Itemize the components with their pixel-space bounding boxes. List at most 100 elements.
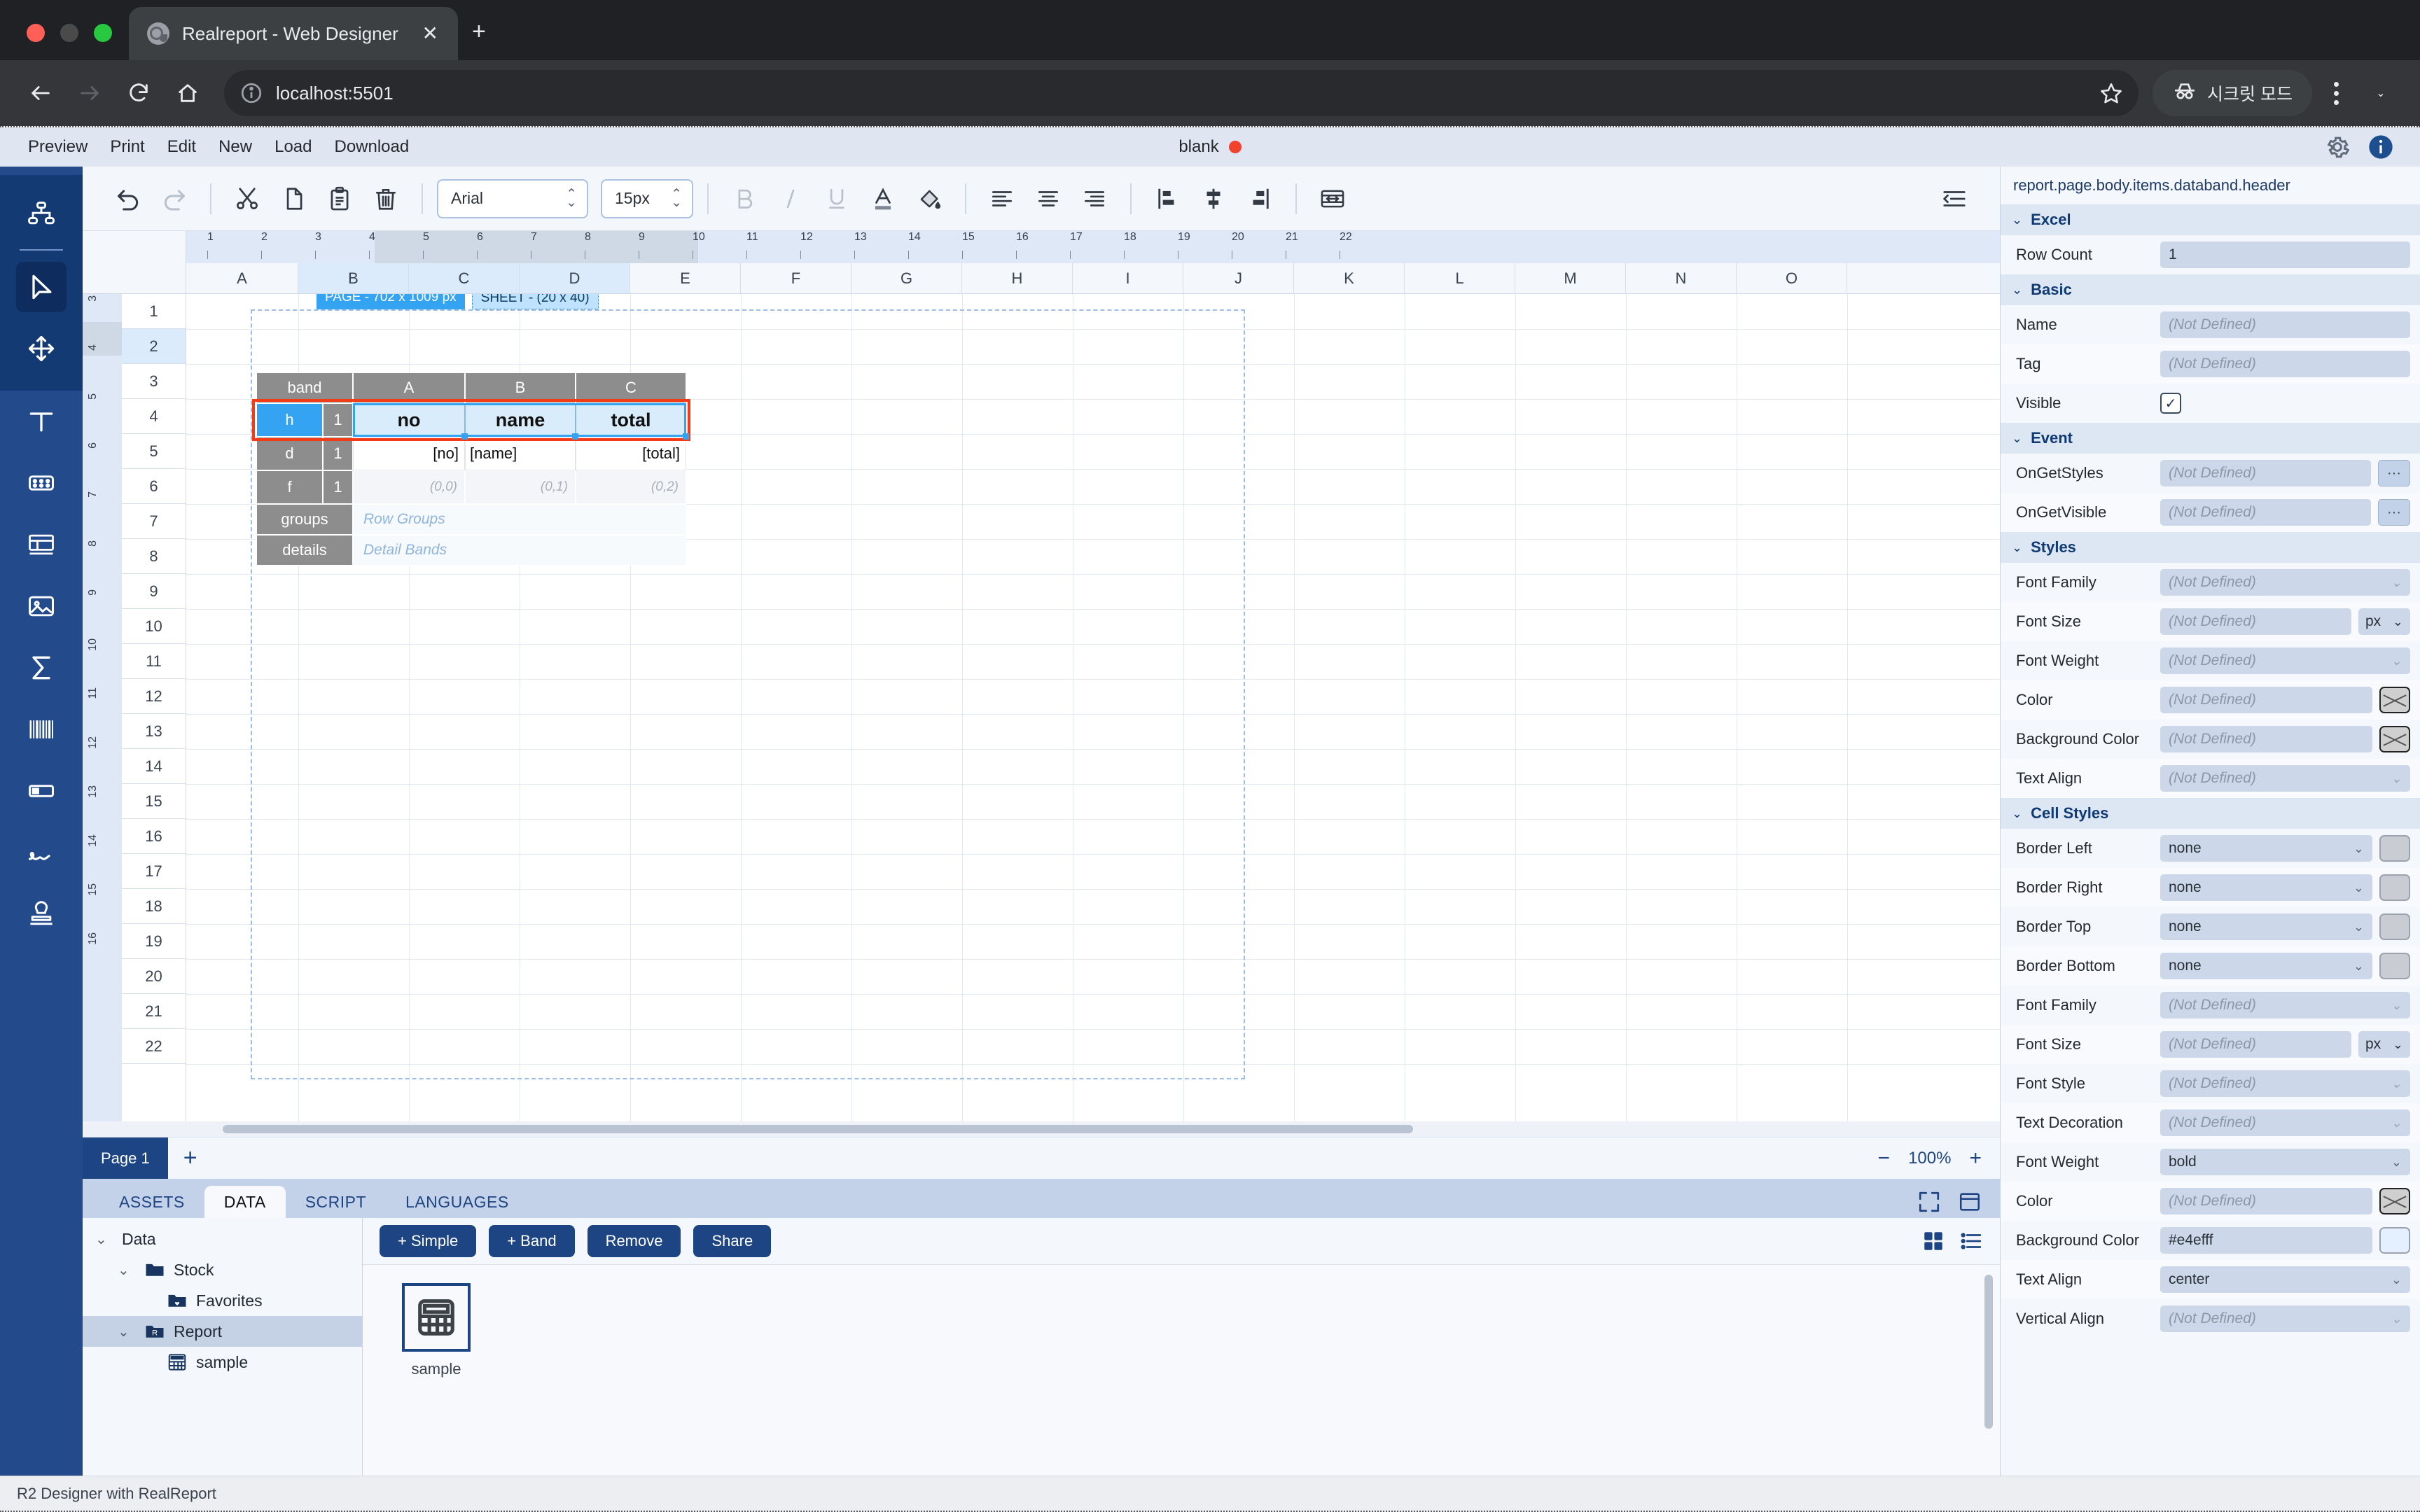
row-header-16[interactable]: 16 <box>122 819 186 854</box>
property-value-field[interactable]: (Not Defined) ⌄ <box>2160 569 2410 596</box>
band-row-groups[interactable]: groups Row Groups <box>256 504 686 535</box>
band-col-header-c[interactable]: C <box>576 372 686 403</box>
zoom-out-button[interactable]: − <box>1878 1147 1891 1169</box>
open-editor-button[interactable]: ··· <box>2378 499 2410 526</box>
chevron-down-icon[interactable]: ⌄ <box>2391 654 2402 668</box>
property-group-event[interactable]: ⌄ Event <box>2001 423 2420 454</box>
property-value-field[interactable]: (Not Defined) <box>2160 1031 2351 1058</box>
signature-tool-icon[interactable] <box>16 827 67 878</box>
band-cell-h-1[interactable]: name <box>465 403 576 437</box>
window-caret-icon[interactable]: ⌄ <box>2360 86 2402 100</box>
row-header-13[interactable]: 13 <box>122 714 186 749</box>
collapse-panel-icon[interactable] <box>1958 1190 1982 1214</box>
row-header-17[interactable]: 17 <box>122 854 186 889</box>
bold-icon[interactable] <box>723 177 766 220</box>
underline-icon[interactable] <box>815 177 858 220</box>
band-count-d[interactable]: 1 <box>323 437 353 470</box>
property-value-field[interactable]: none ⌄ <box>2160 953 2372 979</box>
band-cell-h-0[interactable]: no <box>353 403 465 437</box>
column-header-l[interactable]: L <box>1405 263 1515 293</box>
menu-new[interactable]: New <box>207 137 263 157</box>
band-col-header-b[interactable]: B <box>465 372 576 403</box>
chevron-down-icon[interactable]: ⌄ <box>2391 771 2402 786</box>
property-value-field[interactable]: (Not Defined) <box>2160 1188 2372 1214</box>
databand-table[interactable]: band A B Ch 1 no name total d 1 [no] [name] [total] f… <box>256 372 686 566</box>
tab-data[interactable]: DATA <box>204 1186 286 1218</box>
home-icon[interactable] <box>165 71 210 115</box>
property-value-field[interactable]: none ⌄ <box>2160 913 2372 940</box>
column-header-c[interactable]: C <box>409 263 520 293</box>
property-value-field[interactable]: (Not Defined) <box>2160 351 2410 377</box>
band-cell-h-2[interactable]: total <box>576 403 686 437</box>
font-size-unit-select[interactable]: px ⌄ <box>2358 608 2410 635</box>
fill-color-icon[interactable] <box>908 177 951 220</box>
band-row-d[interactable]: d 1 [no] [name] [total] <box>256 437 686 470</box>
fit-width-icon[interactable] <box>1311 177 1354 220</box>
column-header-a[interactable]: A <box>186 263 298 293</box>
property-value-field[interactable]: none ⌄ <box>2160 835 2372 862</box>
property-value-field[interactable]: 1 <box>2160 241 2410 268</box>
menu-download[interactable]: Download <box>323 137 420 157</box>
chevron-down-icon[interactable]: ⌄ <box>95 1231 113 1248</box>
groups-label[interactable]: groups <box>256 504 353 535</box>
row-header-19[interactable]: 19 <box>122 924 186 959</box>
chevron-down-icon[interactable]: ⌄ <box>2012 431 2022 446</box>
band-cell-d-2[interactable]: [total] <box>576 437 686 470</box>
chevron-down-icon[interactable]: ⌄ <box>2391 1312 2402 1326</box>
add-page-icon[interactable]: + <box>168 1138 213 1179</box>
row-header-5[interactable]: 5 <box>122 434 186 469</box>
column-header-i[interactable]: I <box>1073 263 1183 293</box>
chevron-down-icon[interactable]: ⌄ <box>2012 283 2022 298</box>
chevron-down-icon[interactable]: ⌄ <box>2393 1037 2403 1052</box>
property-value-field[interactable]: none ⌄ <box>2160 874 2372 901</box>
font-family-select[interactable]: Arial ⌃ ⌄ <box>437 178 588 218</box>
tree-item-stock[interactable]: ⌄ Stock <box>83 1254 362 1285</box>
site-info-icon[interactable] <box>239 81 263 105</box>
border-color-swatch[interactable] <box>2379 953 2410 979</box>
remove-button[interactable]: Remove <box>587 1225 681 1257</box>
property-group-cell-styles[interactable]: ⌄ Cell Styles <box>2001 798 2420 829</box>
move-tool-icon[interactable] <box>16 323 67 374</box>
chevron-down-icon[interactable]: ⌄ <box>2353 881 2364 895</box>
list-view-icon[interactable] <box>1959 1229 1983 1253</box>
browser-tab[interactable]: Realreport - Web Designer ✕ <box>129 7 458 60</box>
property-value-field[interactable]: (Not Defined) ⌄ <box>2160 648 2410 674</box>
close-window-button[interactable] <box>27 24 45 42</box>
column-header-e[interactable]: E <box>630 263 741 293</box>
menu-print[interactable]: Print <box>99 137 155 157</box>
chevron-down-icon[interactable]: ⌄ <box>2391 1116 2402 1130</box>
property-value-field[interactable]: (Not Defined) <box>2160 499 2371 526</box>
chevron-down-icon[interactable]: ⌄ <box>2353 920 2364 934</box>
property-value-field[interactable]: (Not Defined) <box>2160 312 2410 338</box>
font-color-icon[interactable] <box>861 177 905 220</box>
selection-handle[interactable] <box>461 433 468 440</box>
chevron-down-icon[interactable]: ⌄ <box>2391 1155 2402 1170</box>
chevron-down-icon[interactable]: ⌄ <box>2353 841 2364 856</box>
property-value-field[interactable]: (Not Defined) <box>2160 687 2372 713</box>
data-grid-scrollbar[interactable] <box>1984 1275 1993 1429</box>
add-band-button[interactable]: + Band <box>489 1225 575 1257</box>
row-header-15[interactable]: 15 <box>122 784 186 819</box>
valign-middle-icon[interactable] <box>1192 177 1235 220</box>
chevron-down-icon[interactable]: ⌄ <box>118 1261 136 1279</box>
table-tool-icon[interactable] <box>16 519 67 570</box>
band-row-h[interactable]: h 1 no name total <box>256 403 686 437</box>
stamp-tool-icon[interactable] <box>16 889 67 939</box>
color-swatch[interactable] <box>2379 1227 2410 1254</box>
band-row-details[interactable]: details Detail Bands <box>256 535 686 566</box>
tab-script[interactable]: SCRIPT <box>286 1186 386 1218</box>
chevron-down-icon[interactable]: ⌄ <box>2353 959 2364 974</box>
add-simple-button[interactable]: + Simple <box>380 1225 477 1257</box>
column-header-n[interactable]: N <box>1626 263 1737 293</box>
valign-bottom-icon[interactable] <box>1238 177 1281 220</box>
url-text[interactable]: localhost:5501 <box>276 83 2087 104</box>
grid-view-icon[interactable] <box>1921 1229 1945 1253</box>
menu-load[interactable]: Load <box>263 137 323 157</box>
property-value-field[interactable]: (Not Defined) <box>2160 608 2351 635</box>
tree-item-report[interactable]: ⌄ R Report <box>83 1316 362 1347</box>
property-value-field[interactable]: (Not Defined) ⌄ <box>2160 1110 2410 1136</box>
chevron-down-icon[interactable]: ⌄ <box>2391 1273 2402 1287</box>
align-right-icon[interactable] <box>1073 177 1116 220</box>
menu-preview[interactable]: Preview <box>17 137 99 157</box>
stepper-icon[interactable]: ⌃ ⌄ <box>566 188 577 209</box>
